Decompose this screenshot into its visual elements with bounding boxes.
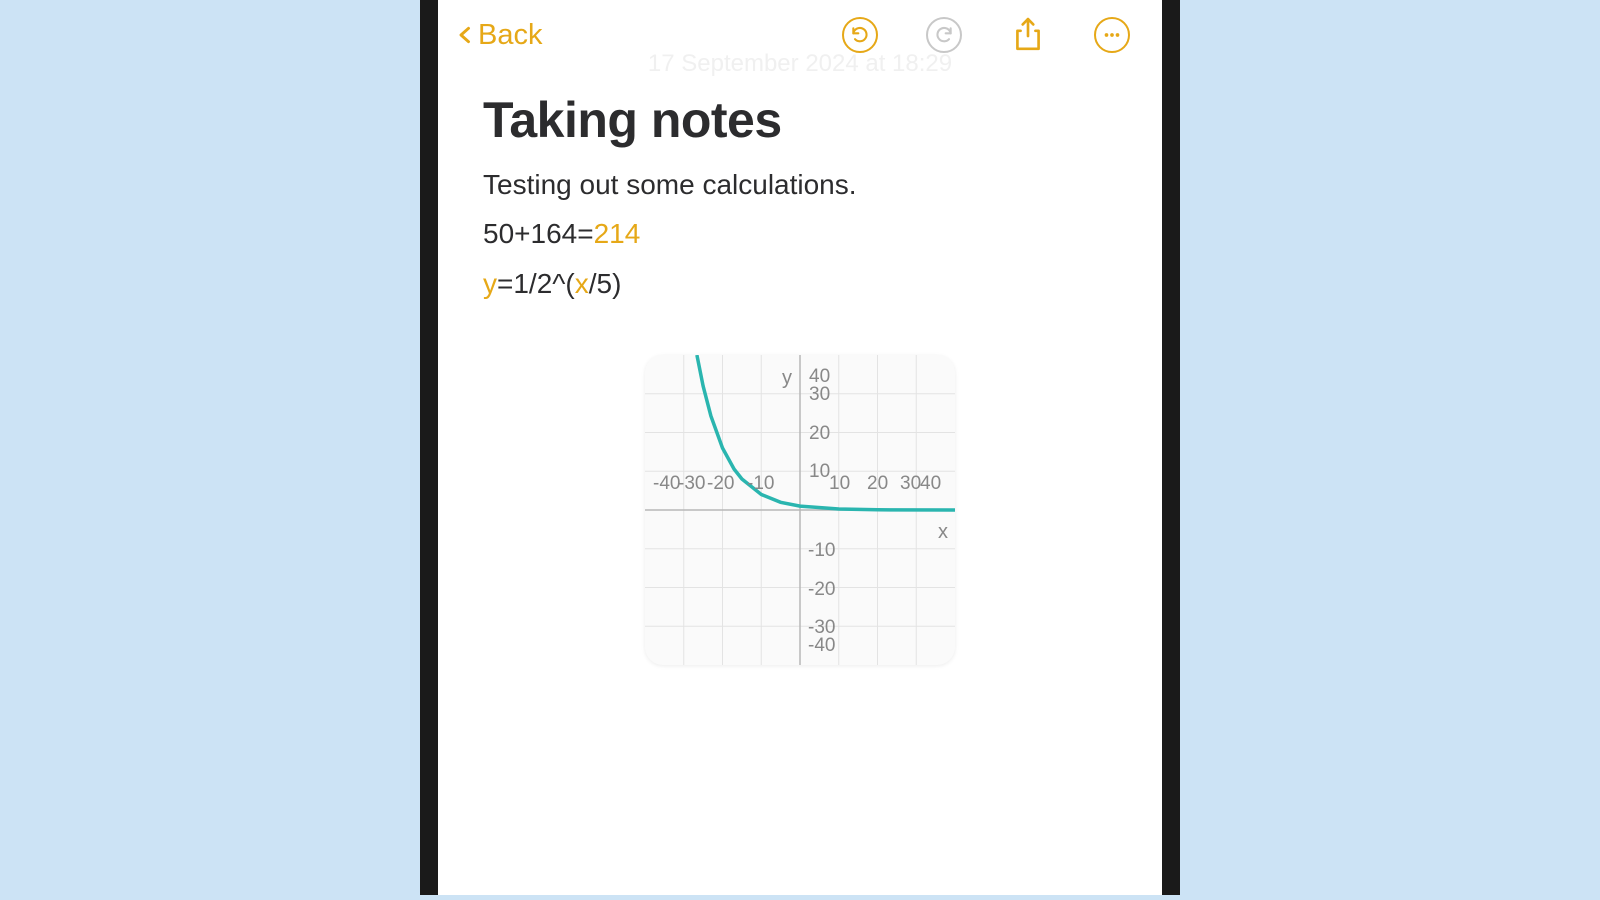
x-tick: -10 [747, 473, 774, 494]
note-line: Testing out some calculations. [483, 163, 1117, 206]
app-screen: Back [438, 0, 1162, 895]
equation-end: /5) [589, 268, 622, 299]
x-tick: 30 [900, 473, 921, 494]
chevron-left-icon [456, 25, 476, 45]
equation-y: y [483, 268, 497, 299]
undo-button[interactable] [840, 15, 880, 55]
y-tick: -40 [808, 635, 835, 656]
device-frame: Back [420, 0, 1180, 895]
toolbar: Back [438, 0, 1162, 65]
undo-icon [842, 17, 878, 53]
equation-x: x [575, 268, 589, 299]
x-axis-label: x [938, 521, 948, 543]
share-icon [1013, 17, 1043, 53]
back-button[interactable]: Back [456, 19, 542, 52]
redo-icon [926, 17, 962, 53]
y-axis-label: y [782, 367, 792, 389]
calc-result: 214 [594, 218, 641, 249]
note-content[interactable]: Taking notes Testing out some calculatio… [438, 65, 1162, 665]
x-tick: -20 [707, 473, 734, 494]
chart-svg: 40 30 20 10 -10 -20 -30 -40 -40 -30 -20 … [645, 355, 955, 665]
redo-button[interactable] [924, 15, 964, 55]
x-tick: 10 [829, 473, 850, 494]
x-tick: 40 [920, 473, 941, 494]
y-tick: 30 [809, 384, 830, 405]
x-tick: -40 [653, 473, 680, 494]
equation-mid: =1/2^( [497, 268, 575, 299]
calculation-line: 50+164=214 [483, 212, 1117, 255]
function-chart[interactable]: 40 30 20 10 -10 -20 -30 -40 -40 -30 -20 … [645, 355, 955, 665]
x-tick: 20 [867, 473, 888, 494]
note-title: Taking notes [483, 91, 1117, 149]
y-tick: 10 [809, 461, 830, 482]
calc-expression: 50+164= [483, 218, 594, 249]
equation-line: y=1/2^(x/5) [483, 262, 1117, 305]
back-label: Back [478, 19, 542, 52]
y-tick: -20 [808, 579, 835, 600]
more-icon [1094, 17, 1130, 53]
y-tick: 20 [809, 423, 830, 444]
y-tick: -10 [808, 540, 835, 561]
more-button[interactable] [1092, 15, 1132, 55]
x-tick: -30 [678, 473, 705, 494]
share-button[interactable] [1008, 15, 1048, 55]
note-body: Testing out some calculations. 50+164=21… [483, 163, 1117, 305]
